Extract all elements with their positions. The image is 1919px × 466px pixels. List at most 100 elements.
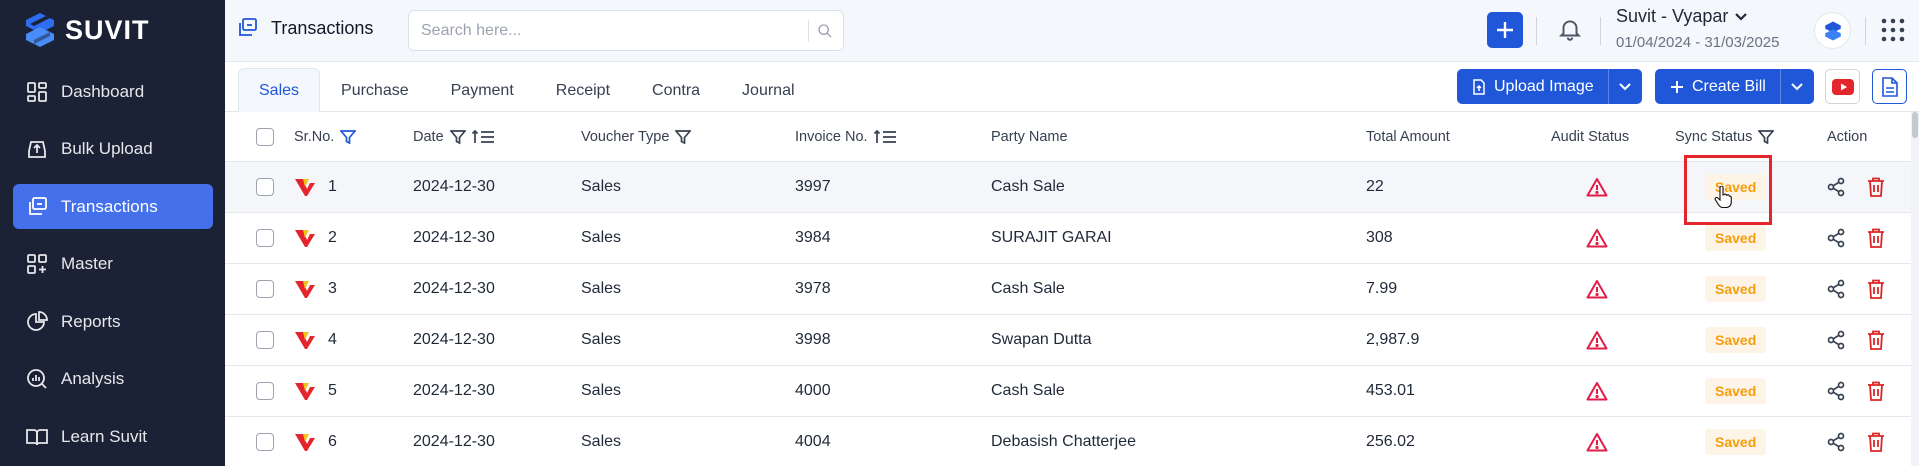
avatar[interactable] [1814,12,1851,49]
sidebar-item-bulk-upload[interactable]: Bulk Upload [13,127,213,172]
upload-image-button[interactable]: Upload Image [1457,69,1608,104]
status-badge[interactable]: Saved [1705,327,1767,353]
row-checkbox[interactable] [256,433,274,451]
row-checkbox[interactable] [256,382,274,400]
warning-icon[interactable] [1586,432,1608,452]
row-checkbox[interactable] [256,280,274,298]
status-badge[interactable]: Saved [1705,378,1767,404]
row-checkbox[interactable] [256,229,274,247]
date: 2024-12-30 [413,178,495,195]
financial-period: 01/04/2024 - 31/03/2025 [1616,34,1780,51]
party-name: Cash Sale [991,382,1065,399]
sidebar-item-dashboard[interactable]: Dashboard [13,69,213,114]
sidebar-item-label: Reports [61,311,121,331]
sr-no: 1 [328,178,337,195]
trash-icon[interactable] [1867,279,1885,299]
trash-icon[interactable] [1867,432,1885,452]
sidebar-item-analysis[interactable]: Analysis [13,357,213,402]
add-button[interactable] [1487,12,1523,48]
amount-cell: 22 [1366,162,1384,212]
invoice-no-cell: 3978 [795,264,831,314]
tab-journal[interactable]: Journal [721,68,815,112]
youtube-button[interactable] [1825,69,1860,104]
chevron-down-icon [1735,12,1748,21]
chevron-down-icon [1619,82,1631,90]
share-icon[interactable] [1826,177,1846,197]
column-header: Total Amount [1366,128,1450,145]
table-row[interactable]: 5 2024-12-30 Sales 4000 Cash Sale 453.01… [225,366,1913,417]
filter-icon[interactable] [675,129,692,145]
total-amount: 22 [1366,178,1384,195]
sr-no: 6 [328,433,337,450]
row-checkbox[interactable] [256,331,274,349]
voucher-type-cell: Sales [581,417,621,466]
tab-contra[interactable]: Contra [631,68,721,112]
delete-cell [1867,162,1885,212]
header-divider [1536,17,1537,45]
filter-icon[interactable] [340,129,357,145]
warning-icon[interactable] [1586,177,1608,197]
sr-no: 3 [328,280,337,297]
sidebar-item-transactions[interactable]: Transactions [13,184,213,229]
filter-icon[interactable] [1758,129,1775,145]
trash-icon[interactable] [1867,381,1885,401]
scrollbar[interactable] [1911,112,1919,466]
voucher-type: Sales [581,331,622,348]
table-row[interactable]: 2 2024-12-30 Sales 3984 SURAJIT GARAI 30… [225,213,1913,264]
sync-status-cell: Saved [1705,417,1767,466]
filter-icon[interactable] [449,129,466,145]
sync-status-cell: Saved [1705,315,1767,365]
search-input[interactable] [409,11,789,50]
trash-icon[interactable] [1867,330,1885,350]
document-icon [1881,76,1898,97]
company-selector[interactable]: Suvit - Vyapar 01/04/2024 - 31/03/2025 [1616,6,1779,51]
share-icon[interactable] [1826,381,1846,401]
warning-icon[interactable] [1586,330,1608,350]
scrollbar-thumb[interactable] [1912,112,1918,138]
sidebar-item-master[interactable]: Master [13,242,213,287]
warning-icon[interactable] [1586,279,1608,299]
row-select-cell [256,315,274,365]
share-cell [1826,264,1846,314]
total-amount: 453.01 [1366,382,1415,399]
select-all-checkbox[interactable] [256,127,274,146]
share-icon[interactable] [1826,228,1846,248]
tab-sales[interactable]: Sales [238,68,321,112]
status-badge[interactable]: Saved [1705,276,1767,302]
date-cell: 2024-12-30 [413,366,495,416]
share-icon[interactable] [1826,432,1846,452]
apps-grid-icon[interactable] [1880,17,1906,43]
create-bill-button[interactable]: Create Bill [1655,69,1780,104]
sort-icon[interactable] [471,129,496,145]
status-badge[interactable]: Saved [1705,429,1767,455]
trash-icon[interactable] [1867,228,1885,248]
create-bill-dropdown[interactable] [1779,69,1814,104]
sidebar-item-learn-suvit[interactable]: Learn Suvit [13,414,213,459]
row-checkbox[interactable] [256,178,274,196]
sort-icon[interactable] [873,129,898,145]
tab-receipt[interactable]: Receipt [535,68,631,112]
trash-icon[interactable] [1867,177,1885,197]
sidebar-nav: Dashboard Bulk Upload Transactions Maste… [13,69,213,466]
upload-image-dropdown[interactable] [1607,69,1642,104]
sidebar-item-reports[interactable]: Reports [13,299,213,344]
table-row[interactable]: 3 2024-12-30 Sales 3978 Cash Sale 7.99 S… [225,264,1913,315]
audit-status-cell [1586,264,1608,314]
audit-status-cell [1586,315,1608,365]
warning-icon[interactable] [1586,381,1608,401]
document-button[interactable] [1872,69,1907,104]
table-row[interactable]: 6 2024-12-30 Sales 4004 Debasish Chatter… [225,417,1913,466]
search-icon[interactable] [817,23,833,39]
warning-icon[interactable] [1586,228,1608,248]
sync-status-cell: Saved [1705,264,1767,314]
tab-payment[interactable]: Payment [430,68,535,112]
table-row[interactable]: 4 2024-12-30 Sales 3998 Swapan Dutta 2,9… [225,315,1913,366]
date: 2024-12-30 [413,382,495,399]
tab-purchase[interactable]: Purchase [320,68,430,112]
share-icon[interactable] [1826,279,1846,299]
share-icon[interactable] [1826,330,1846,350]
brand[interactable]: SUVIT [24,12,150,48]
table-row[interactable]: 1 2024-12-30 Sales 3997 Cash Sale 22 Sav… [225,162,1913,213]
status-badge[interactable]: Saved [1705,225,1767,251]
bell-icon[interactable] [1557,16,1583,42]
